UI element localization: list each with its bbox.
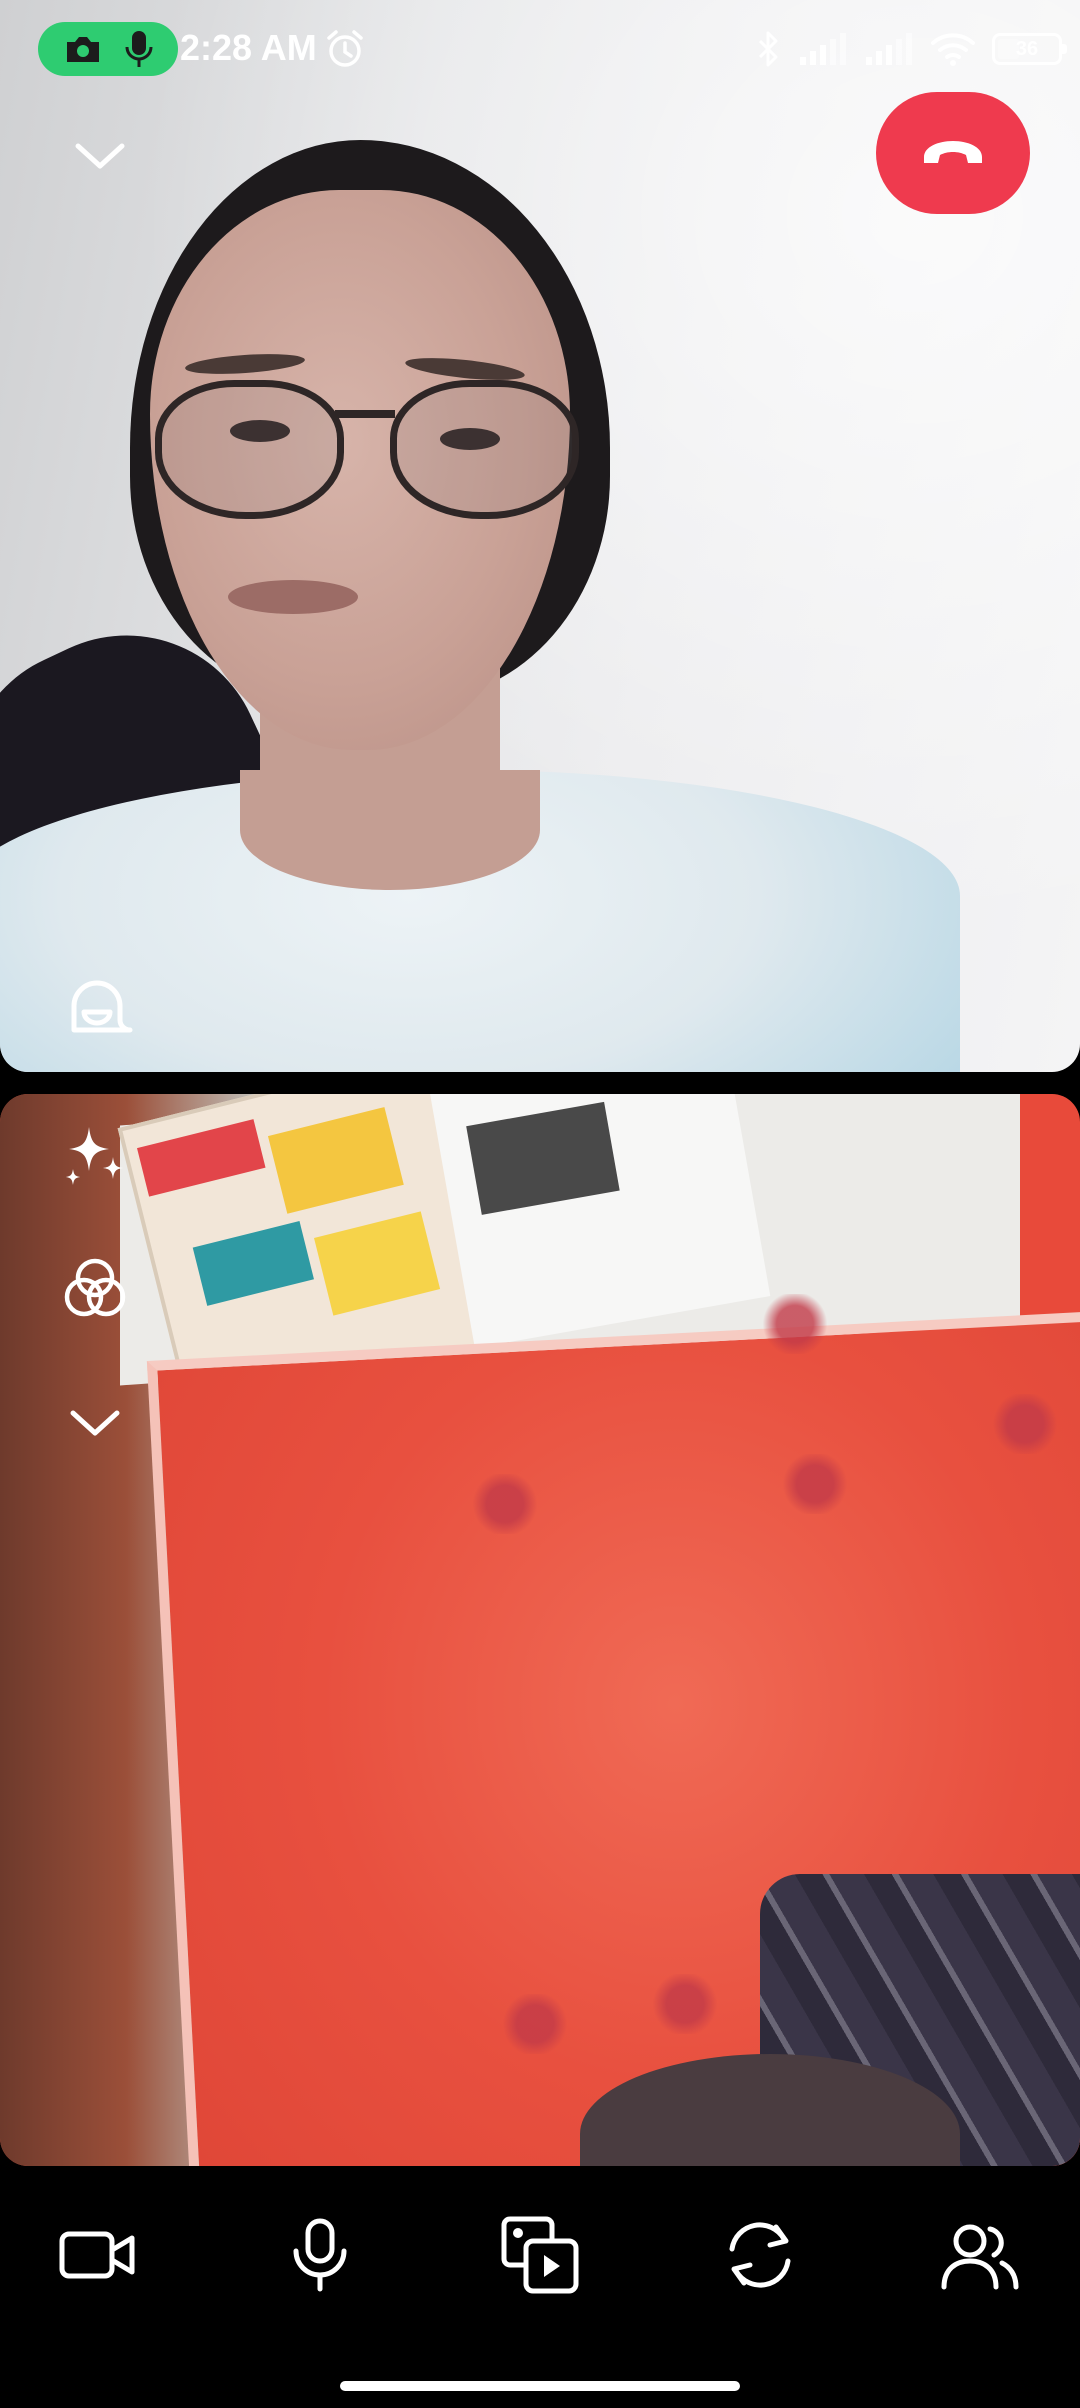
lens-button[interactable] [52, 966, 142, 1056]
signal-icon [800, 33, 846, 65]
camera-icon [66, 37, 99, 62]
microphone-icon [293, 2218, 347, 2292]
clock: 2:28 AM [180, 27, 317, 68]
effects-button[interactable] [50, 1110, 140, 1200]
battery-level: 36 [1015, 37, 1039, 60]
battery-icon: 36 [992, 33, 1067, 65]
filters-button[interactable] [50, 1244, 140, 1334]
end-call-icon [924, 141, 982, 163]
bluetooth-icon [758, 31, 778, 67]
microphone-toggle-button[interactable] [265, 2200, 375, 2310]
lens-icon [71, 980, 133, 1033]
effects-toolbar [50, 1110, 140, 1512]
call-toolbar [0, 2200, 1080, 2310]
participants-icon [941, 2224, 1019, 2290]
share-media-button[interactable] [485, 2200, 595, 2310]
status-bar: 2:28 AM 36 [0, 0, 1080, 100]
alarm-icon [327, 30, 363, 67]
flip-camera-button[interactable] [705, 2200, 815, 2310]
minimize-call-button[interactable] [60, 120, 140, 190]
end-call-button[interactable] [876, 92, 1030, 214]
home-indicator[interactable] [340, 2381, 740, 2391]
video-camera-icon [59, 2231, 135, 2279]
local-video-preview[interactable] [0, 1094, 1080, 2166]
chevron-down-icon [70, 1410, 120, 1436]
more-effects-button[interactable] [50, 1378, 140, 1468]
flip-camera-icon [729, 2222, 791, 2288]
mic-icon [125, 31, 152, 67]
wifi-icon [931, 33, 975, 66]
video-toggle-button[interactable] [43, 2200, 153, 2310]
media-share-icon [501, 2216, 579, 2294]
sparkles-icon [66, 1127, 123, 1185]
signal-icon [866, 33, 912, 65]
participants-button[interactable] [925, 2200, 1035, 2310]
chevron-down-icon [75, 143, 125, 169]
filters-icon [64, 1258, 126, 1317]
recording-indicator [38, 22, 178, 76]
